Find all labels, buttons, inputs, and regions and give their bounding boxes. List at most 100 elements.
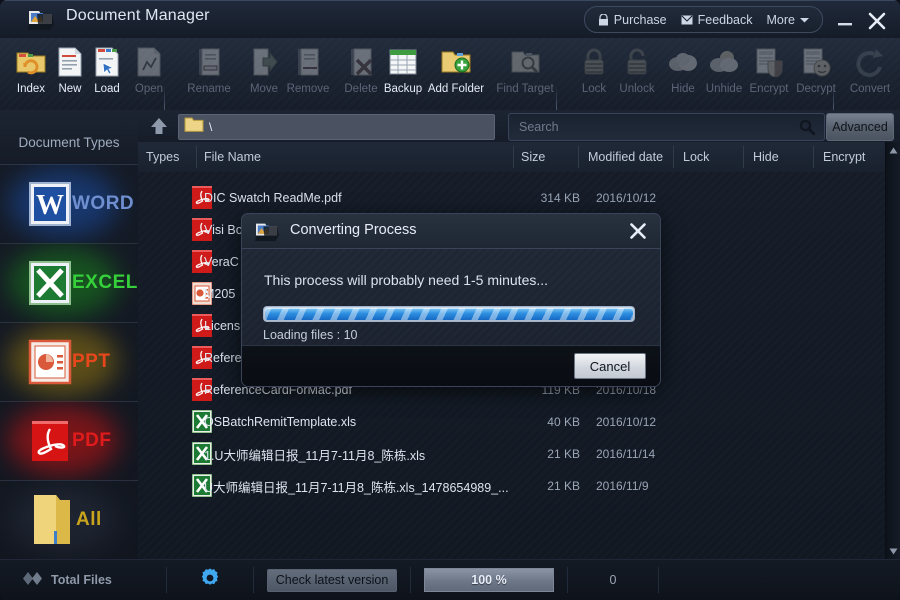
settings-button[interactable] xyxy=(167,567,253,594)
toolbar-button-convert[interactable]: Convert xyxy=(841,43,899,105)
svg-text:W: W xyxy=(36,190,64,221)
backup-table-icon xyxy=(388,43,418,81)
scroll-up-arrow-icon[interactable] xyxy=(886,143,900,158)
toolbar-label: Decrypt xyxy=(796,83,836,95)
converting-process-dialog: Converting Process This process will pro… xyxy=(241,213,661,387)
page-title: Document Manager xyxy=(66,7,210,24)
column-header-filename[interactable]: File Name xyxy=(204,142,261,172)
document-manager-window: Document Manager Purchase Feedback More xyxy=(0,0,900,600)
dialog-title: Converting Process xyxy=(290,222,417,238)
column-divider[interactable] xyxy=(578,146,579,168)
file-size: 40 KB xyxy=(547,415,580,429)
search-box[interactable] xyxy=(508,113,825,141)
progress-bar-fill xyxy=(265,308,633,320)
more-menu-button[interactable]: More xyxy=(767,13,809,27)
advanced-search-button[interactable]: Advanced xyxy=(826,113,894,141)
folder-all-icon xyxy=(24,491,80,549)
delete-file-icon xyxy=(347,43,375,81)
sidebar-item-excel[interactable]: EXCEL xyxy=(0,243,138,323)
convert-icon xyxy=(854,43,886,81)
dialog-message: This process will probably need 1-5 minu… xyxy=(264,272,549,288)
file-date: 2016/10/12 xyxy=(596,191,657,205)
column-header-encrypt[interactable]: Encrypt xyxy=(823,142,865,172)
folder-icon xyxy=(184,116,204,138)
column-header-types[interactable]: Types xyxy=(146,142,179,172)
file-name: DIC Swatch ReadMe.pdf xyxy=(204,191,342,205)
file-name: Visi Bo xyxy=(204,223,243,237)
toolbar-label: Lock xyxy=(581,83,607,95)
dialog-footer: Cancel xyxy=(242,345,660,386)
toolbar-button-remove[interactable]: Remove xyxy=(279,43,337,105)
word-icon: W xyxy=(24,178,76,230)
column-divider[interactable] xyxy=(513,146,514,168)
column-divider[interactable] xyxy=(196,146,197,168)
toolbar-button-find-target[interactable]: Find Target xyxy=(490,43,560,105)
toolbar-label: Hide xyxy=(671,83,695,95)
sidebar-item-all[interactable]: All xyxy=(0,480,138,560)
search-input[interactable] xyxy=(517,115,786,139)
file-name: M205 xyxy=(204,287,236,301)
toolbar-button-add-folder[interactable]: Add Folder xyxy=(421,43,491,105)
table-row[interactable]: OSBatchRemitTemplate.xls 40 KB 2016/10/1… xyxy=(138,406,885,438)
status-bar: Total Files Check latest version 100 % 0 xyxy=(0,559,900,600)
purchase-button[interactable]: Purchase xyxy=(598,13,667,27)
feedback-label: Feedback xyxy=(697,12,753,27)
main-toolbar: Index New Load Open Rename Move Remove D… xyxy=(0,38,900,130)
toolbar-button-decrypt[interactable]: Decrypt xyxy=(787,43,845,105)
toolbar-button-rename[interactable]: Rename xyxy=(180,43,238,105)
sidebar-item-ppt[interactable]: PPT xyxy=(0,322,138,402)
total-files-indicator[interactable]: Total Files xyxy=(0,572,166,588)
toolbar-label: Load xyxy=(94,83,120,95)
column-divider[interactable] xyxy=(743,146,744,168)
column-header-modified[interactable]: Modified date xyxy=(588,142,663,172)
file-size: 21 KB xyxy=(547,479,580,493)
toolbar-label: Convert xyxy=(849,83,891,95)
more-label: More xyxy=(766,12,795,27)
file-name: 1.U大师编辑日报_11月7-11月8_陈栋.xls xyxy=(204,448,426,463)
open-document-icon xyxy=(135,43,163,81)
toolbar-button-open[interactable]: Open xyxy=(120,43,178,105)
chevron-down-icon xyxy=(800,17,809,22)
up-arrow-icon[interactable] xyxy=(147,115,171,137)
find-target-icon xyxy=(509,43,541,81)
folder-photo-icon xyxy=(28,7,54,31)
percent-cell: 100 % xyxy=(411,568,567,592)
cart-icon xyxy=(598,13,608,25)
total-files-label: Total Files xyxy=(51,573,112,587)
toolbar-label: Unlock xyxy=(619,83,655,95)
table-row[interactable]: 1.U大师编辑日报_11月7-11月8_陈栋.xls 21 KB 2016/11… xyxy=(138,438,885,470)
close-icon[interactable] xyxy=(628,221,648,241)
toolbar-label: Move xyxy=(249,83,279,95)
sidebar-item-word[interactable]: W WORD xyxy=(0,164,138,244)
mail-icon xyxy=(681,15,693,24)
column-header-size[interactable]: Size xyxy=(521,142,545,172)
move-file-icon xyxy=(250,43,278,81)
file-date: 2016/11/14 xyxy=(596,447,656,461)
feedback-button[interactable]: Feedback xyxy=(681,13,753,27)
path-input[interactable]: \ xyxy=(178,114,495,140)
scroll-down-arrow-icon[interactable] xyxy=(886,544,900,559)
file-name: VeraC xyxy=(204,255,239,269)
search-icon[interactable] xyxy=(799,119,815,135)
column-header-lock[interactable]: Lock xyxy=(683,142,709,172)
cancel-button[interactable]: Cancel xyxy=(574,353,646,379)
sidebar-item-pdf[interactable]: PDF xyxy=(0,401,138,481)
file-name: U大师编辑日报_11月7-11月8_陈栋.xls_1478654989_... xyxy=(204,480,509,495)
file-name: OSBatchRemitTemplate.xls xyxy=(204,415,357,429)
title-bar: Document Manager Purchase Feedback More xyxy=(0,0,900,39)
toolbar-label: Add Folder xyxy=(427,83,485,95)
table-row[interactable]: U大师编辑日报_11月7-11月8_陈栋.xls_1478654989_... … xyxy=(138,470,885,502)
vertical-scrollbar[interactable] xyxy=(885,142,900,560)
header-action-pill: Purchase Feedback More xyxy=(583,6,823,33)
add-folder-icon xyxy=(440,43,472,81)
toolbar-label: Unhide xyxy=(705,83,743,95)
table-row[interactable]: DIC Swatch ReadMe.pdf 314 KB 2016/10/12 xyxy=(138,182,885,214)
column-header-hide[interactable]: Hide xyxy=(753,142,779,172)
file-list-header: Types File Name Size Modified date Lock … xyxy=(138,142,900,173)
column-divider[interactable] xyxy=(813,146,814,168)
toolbar-label: Open xyxy=(134,83,164,95)
check-latest-version-button[interactable]: Check latest version xyxy=(267,568,397,592)
minimize-button[interactable] xyxy=(834,10,856,30)
close-button[interactable] xyxy=(866,10,888,30)
column-divider[interactable] xyxy=(673,146,674,168)
